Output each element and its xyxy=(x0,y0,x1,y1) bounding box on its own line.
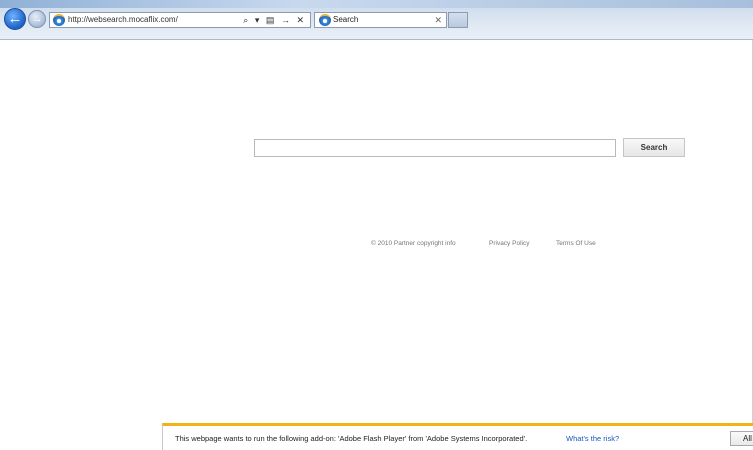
new-tab-button[interactable] xyxy=(448,12,468,28)
back-button[interactable]: ← xyxy=(4,8,26,30)
allow-button[interactable]: All xyxy=(730,431,753,446)
whats-the-risk-link[interactable]: What's the risk? xyxy=(566,434,619,444)
go-icon[interactable]: → xyxy=(281,13,292,27)
forward-arrow-icon: → xyxy=(31,13,43,25)
tab-ie-icon xyxy=(319,14,331,26)
search-button[interactable]: Search xyxy=(623,138,685,157)
notification-message: This webpage wants to run the following … xyxy=(175,434,528,443)
stop-icon[interactable]: ✕ xyxy=(296,13,306,27)
url-text[interactable]: http://websearch.mocaflix.com/ xyxy=(68,14,178,26)
address-bar[interactable]: http://websearch.mocaflix.com/ ⌕ ▾ ▤ → ✕ xyxy=(49,12,311,28)
addon-notification-bar: This webpage wants to run the following … xyxy=(162,423,753,450)
window-titlebar xyxy=(0,0,753,8)
address-tools: ⌕ ▾ ▤ → ✕ xyxy=(243,13,306,27)
back-arrow-icon: ← xyxy=(7,10,23,27)
search-input[interactable] xyxy=(254,139,616,157)
tab-label: Search xyxy=(333,15,359,24)
forward-button[interactable]: → xyxy=(28,10,46,28)
ie-page-icon xyxy=(53,14,65,26)
copyright-link[interactable]: © 2010 Partner copyright info xyxy=(371,240,456,248)
compatibility-icon[interactable]: ▤ xyxy=(266,13,277,27)
search-icon[interactable]: ⌕ xyxy=(243,13,250,27)
tab-search[interactable]: Search ✕ xyxy=(314,12,447,28)
dropdown-icon[interactable]: ▾ xyxy=(255,13,262,27)
privacy-policy-link[interactable]: Privacy Policy xyxy=(489,240,529,248)
terms-of-use-link[interactable]: Terms Of Use xyxy=(556,240,596,248)
browser-chrome: ← → http://websearch.mocaflix.com/ ⌕ ▾ ▤… xyxy=(0,0,753,40)
close-tab-icon[interactable]: ✕ xyxy=(434,13,442,27)
